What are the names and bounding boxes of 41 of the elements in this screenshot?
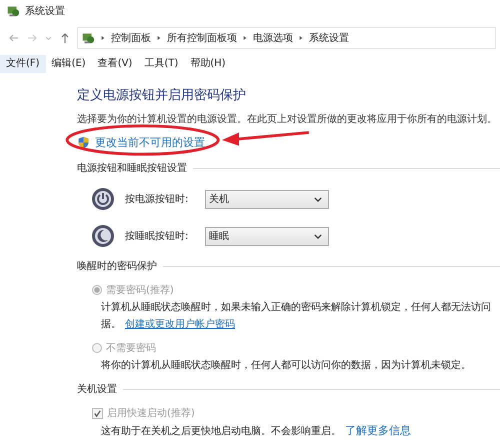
dropdown[interactable]: 睡眠 — [205, 226, 329, 246]
checkbox-label: 启用快速启动(推荐) — [107, 406, 195, 420]
option-description: 据。 — [101, 318, 121, 331]
shield-icon — [77, 136, 90, 148]
address-bar[interactable]: 控制面板 所有控制面板项 电源选项 系统设置 — [77, 27, 496, 49]
breadcrumb-item[interactable]: 控制面板 — [111, 31, 151, 45]
option-description: 计算机从睡眠状态唤醒时，如果未输入正确的密码来解除计算机锁定，任何人都无法访问 — [101, 300, 491, 314]
menu-item[interactable]: 编辑(E) — [46, 55, 92, 73]
section-title: 电源按钮和睡眠按钮设置 — [77, 162, 187, 175]
breadcrumb-arrow-icon — [243, 35, 247, 41]
section-title: 关机设置 — [77, 382, 117, 396]
page-heading: 定义电源按钮并启用密码保护 — [77, 87, 247, 105]
description-text: 选择要为你的计算机设置的电源设置。在此页上对设置所做的更改将应用于你所有的电源计划。 — [77, 112, 498, 126]
menu-item[interactable]: 工具(T) — [138, 55, 184, 73]
back-arrow-icon[interactable] — [8, 32, 20, 44]
menu-item[interactable]: 文件(F) — [0, 55, 46, 73]
power-icon — [91, 187, 115, 211]
chevron-down-icon — [314, 196, 322, 202]
breadcrumb-arrow-icon — [299, 35, 303, 41]
section-title: 唤醒时的密码保护 — [77, 260, 157, 273]
menu-item[interactable]: 查看(V) — [92, 55, 138, 73]
breadcrumb-item[interactable]: 所有控制面板项 — [167, 31, 237, 45]
chevron-down-icon — [314, 234, 322, 238]
window-title: 系统设置 — [25, 4, 65, 18]
breadcrumb-item[interactable]: 系统设置 — [309, 31, 349, 45]
breadcrumb-arrow-icon — [157, 35, 161, 41]
radio-label: 不需要密码 — [106, 342, 156, 355]
moon-icon — [91, 224, 115, 248]
setting-label: 按睡眠按钮时: — [125, 230, 190, 243]
radio-label: 需要密码(推荐) — [106, 284, 174, 297]
control-panel-icon — [6, 4, 20, 18]
forward-arrow-icon[interactable] — [26, 32, 38, 44]
menu-item[interactable]: 帮助(H) — [184, 55, 232, 73]
dropdown[interactable]: 关机 — [205, 190, 329, 208]
up-arrow-icon[interactable] — [59, 32, 71, 44]
option-description: 这有助于在关机之后更快地启动电脑。不会影响重启。 — [101, 424, 341, 438]
breadcrumb-item[interactable]: 电源选项 — [253, 31, 293, 45]
breadcrumb-arrow-icon — [101, 35, 105, 41]
control-panel-icon — [81, 31, 95, 45]
option-description: 将你的计算机从睡眠状态唤醒时，任何人都可以访问你的数据，因为计算机未锁定。 — [101, 358, 471, 372]
setting-label: 按电源按钮时: — [125, 192, 190, 206]
